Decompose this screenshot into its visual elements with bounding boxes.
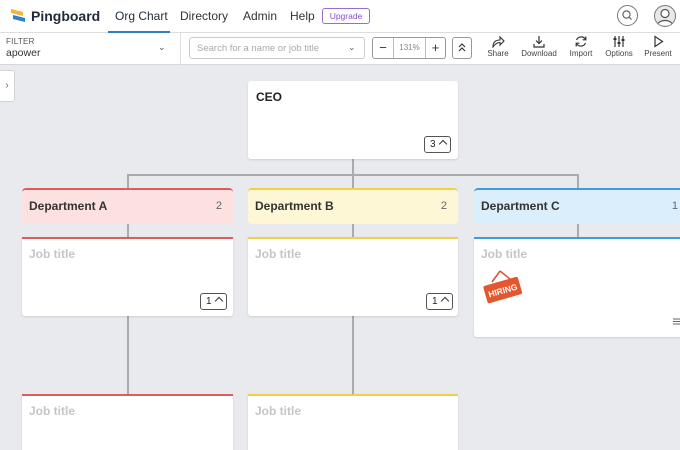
search-placeholder: Search for a name or job title: [197, 43, 319, 54]
user-avatar[interactable]: [654, 5, 676, 27]
share-label: Share: [487, 49, 509, 58]
department-name: Department B: [255, 199, 334, 213]
job-card[interactable]: Job title HIRING: [474, 237, 680, 337]
download-button[interactable]: Download: [519, 35, 559, 63]
filter-select[interactable]: apower: [6, 47, 40, 59]
download-label: Download: [521, 49, 557, 58]
expand-reports-button[interactable]: 1: [426, 293, 453, 310]
import-label: Import: [569, 49, 593, 58]
direct-reports-count: 1: [432, 296, 438, 307]
ceo-title: CEO: [256, 90, 283, 104]
chevron-down-icon[interactable]: ⌄: [348, 42, 356, 53]
chevron-up-icon: [214, 296, 224, 306]
job-title: Job title: [255, 404, 302, 418]
top-navigation: Pingboard Org Chart Directory Admin Help…: [0, 0, 680, 33]
connector-line: [127, 174, 129, 189]
connector-line: [577, 174, 579, 189]
play-icon: [654, 35, 664, 48]
present-label: Present: [644, 49, 672, 58]
job-title: Job title: [29, 404, 76, 418]
job-card[interactable]: Job title: [22, 394, 233, 450]
job-title: Job title: [29, 247, 76, 261]
department-b-card[interactable]: Department B 2: [248, 188, 458, 224]
department-name: Department A: [29, 199, 108, 213]
ceo-card[interactable]: CEO 3: [248, 81, 458, 159]
menu-lines-icon[interactable]: [673, 318, 680, 325]
filter-chevron-down-icon[interactable]: ⌄: [158, 42, 166, 53]
job-card[interactable]: Job title 1: [248, 237, 458, 316]
hiring-sign-icon: HIRING: [483, 270, 523, 304]
job-card[interactable]: Job title: [248, 394, 458, 450]
options-label: Options: [605, 49, 633, 58]
search-icon: [622, 10, 632, 20]
pingboard-logo-icon[interactable]: [10, 7, 26, 25]
nav-help[interactable]: Help: [290, 9, 315, 23]
chevron-up-icon: [440, 296, 450, 306]
direct-reports-count: 3: [430, 139, 436, 150]
chart-toolbar: FILTER apower ⌄ Search for a name or job…: [0, 33, 680, 65]
connector-line: [352, 223, 354, 238]
zoom-level: 131%: [399, 43, 420, 52]
department-count: 1: [671, 200, 678, 212]
connector-line: [352, 174, 354, 189]
share-button[interactable]: Share: [478, 35, 518, 63]
nav-org-chart[interactable]: Org Chart: [115, 9, 168, 23]
connector-line: [577, 223, 579, 238]
zoom-control: − 131% +: [372, 37, 446, 59]
job-title: Job title: [481, 247, 528, 261]
department-name: Department C: [481, 199, 560, 213]
nav-admin[interactable]: Admin: [243, 9, 277, 23]
chevron-right-icon: ›: [5, 80, 9, 91]
filter-label: FILTER: [6, 37, 35, 46]
zoom-out-button[interactable]: −: [373, 38, 394, 58]
department-c-card[interactable]: Department C 1: [474, 188, 680, 224]
upgrade-button[interactable]: Upgrade: [322, 8, 370, 24]
share-icon: [492, 35, 505, 48]
side-panel-toggle[interactable]: ›: [0, 70, 15, 102]
sliders-icon: [613, 36, 625, 47]
department-count: 2: [440, 200, 447, 212]
department-a-card[interactable]: Department A 2: [22, 188, 233, 224]
expand-reports-button[interactable]: 1: [200, 293, 227, 310]
present-button[interactable]: Present: [638, 35, 678, 63]
collapse-all-button[interactable]: [452, 37, 472, 59]
brand-name[interactable]: Pingboard: [31, 8, 100, 24]
connector-line: [352, 316, 354, 394]
job-card[interactable]: Job title 1: [22, 237, 233, 316]
user-icon: [656, 8, 674, 26]
double-chevron-up-icon: [458, 43, 466, 52]
department-count: 2: [215, 200, 222, 212]
zoom-in-button[interactable]: +: [425, 38, 445, 58]
expand-reports-button[interactable]: 3: [424, 136, 451, 153]
options-button[interactable]: Options: [599, 35, 639, 63]
nav-directory[interactable]: Directory: [180, 9, 228, 23]
connector-line: [352, 159, 354, 174]
direct-reports-count: 1: [206, 296, 212, 307]
download-icon: [533, 36, 545, 48]
chevron-up-icon: [438, 139, 448, 149]
connector-line: [127, 316, 129, 394]
chart-search-input[interactable]: Search for a name or job title ⌄: [189, 37, 365, 59]
connector-line: [127, 223, 129, 238]
import-button[interactable]: Import: [561, 35, 601, 63]
refresh-icon: [575, 36, 587, 47]
divider: [180, 33, 181, 65]
job-title: Job title: [255, 247, 302, 261]
global-search-button[interactable]: [617, 5, 638, 26]
